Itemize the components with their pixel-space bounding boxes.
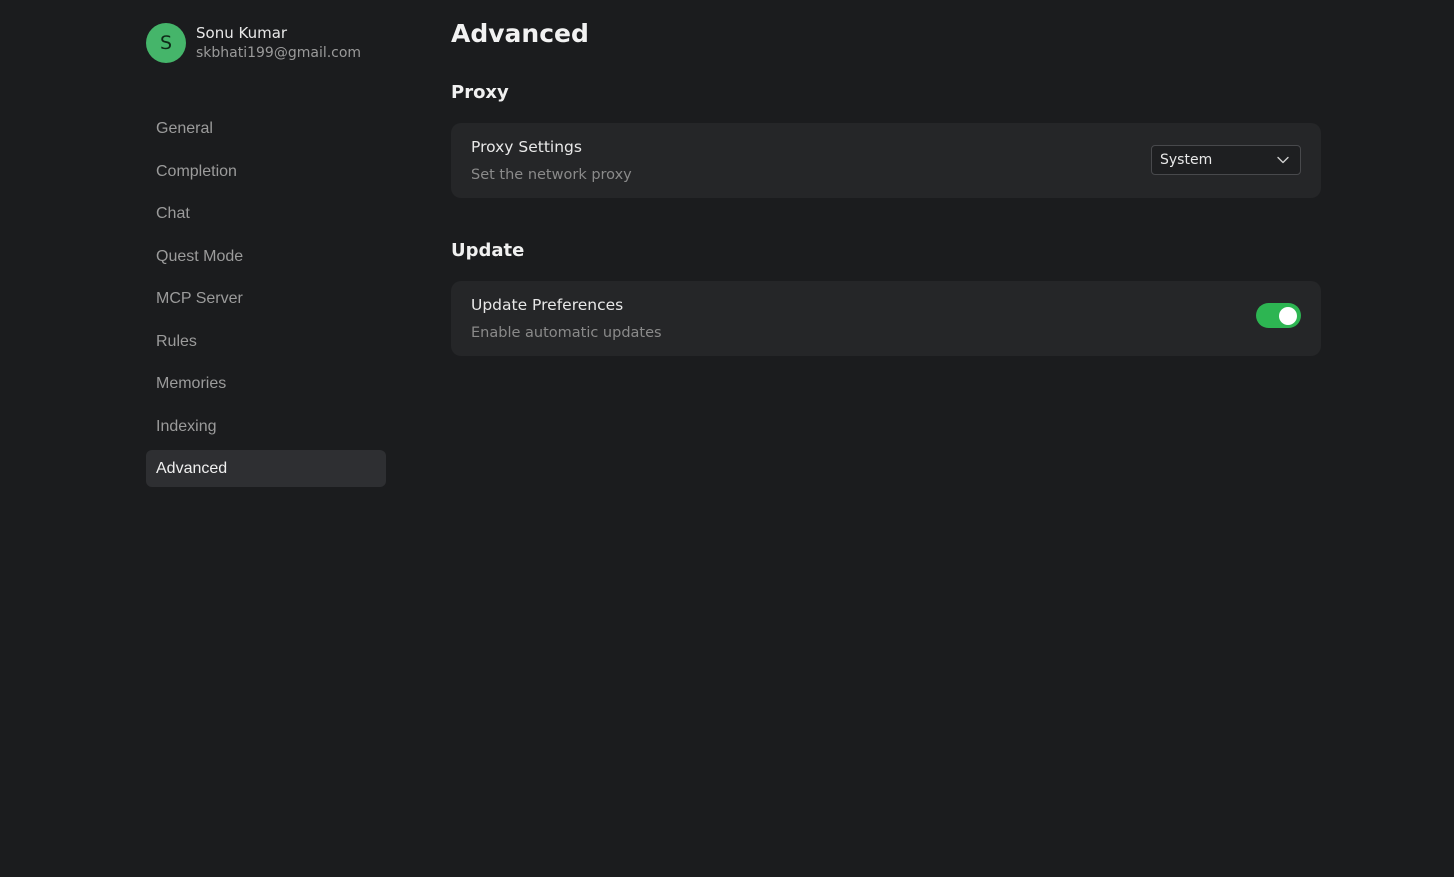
auto-update-toggle[interactable] (1256, 303, 1301, 328)
sidebar-item-chat[interactable]: Chat (146, 195, 386, 232)
update-preferences-title: Update Preferences (471, 296, 624, 314)
update-preferences-description: Enable automatic updates (471, 325, 662, 341)
user-name: Sonu Kumar (196, 24, 288, 42)
proxy-settings-card: Proxy Settings Set the network proxy Sys… (451, 123, 1321, 198)
section-title-update: Update (451, 240, 525, 261)
sidebar-item-rules[interactable]: Rules (146, 323, 386, 360)
toggle-knob (1279, 306, 1297, 325)
update-preferences-card: Update Preferences Enable automatic upda… (451, 281, 1321, 356)
sidebar-item-mcp-server[interactable]: MCP Server (146, 280, 386, 317)
proxy-select[interactable]: System (1151, 145, 1301, 175)
proxy-select-value: System (1160, 152, 1213, 168)
sidebar: S Sonu Kumar skbhati199@gmail.com Genera… (146, 22, 386, 493)
sidebar-item-completion[interactable]: Completion (146, 153, 386, 190)
sidebar-item-memories[interactable]: Memories (146, 365, 386, 402)
settings-nav: General Completion Chat Quest Mode MCP S… (146, 110, 386, 493)
page-title: Advanced (451, 19, 589, 48)
settings-page: S Sonu Kumar skbhati199@gmail.com Genera… (0, 0, 1454, 877)
user-info: Sonu Kumar skbhati199@gmail.com (196, 23, 361, 63)
chevron-down-icon (1276, 153, 1290, 167)
sidebar-item-quest-mode[interactable]: Quest Mode (146, 238, 386, 275)
sidebar-item-advanced[interactable]: Advanced (146, 450, 386, 487)
avatar[interactable]: S (146, 23, 186, 63)
user-email: skbhati199@gmail.com (196, 45, 362, 61)
sidebar-item-general[interactable]: General (146, 110, 386, 147)
main-content: Advanced Proxy Proxy Settings Set the ne… (451, 16, 1321, 356)
sidebar-item-indexing[interactable]: Indexing (146, 408, 386, 445)
section-title-proxy: Proxy (451, 82, 509, 103)
user-profile: S Sonu Kumar skbhati199@gmail.com (146, 22, 386, 64)
